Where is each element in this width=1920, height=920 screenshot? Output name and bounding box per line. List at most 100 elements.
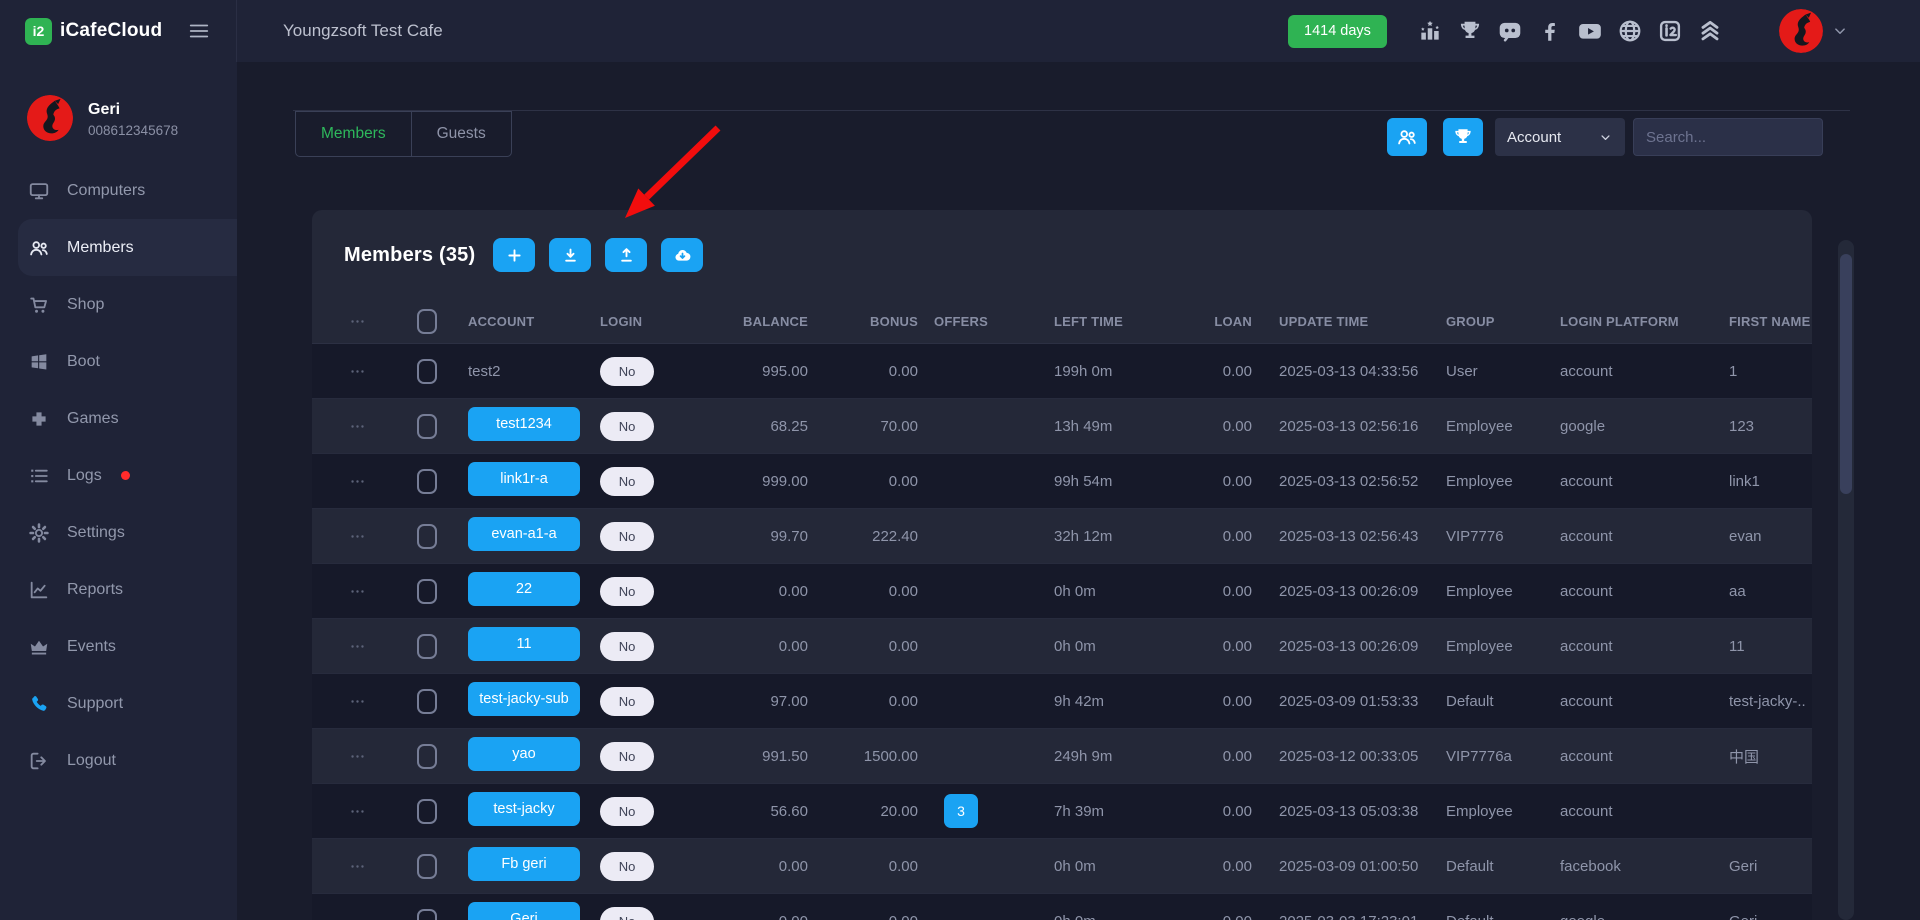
column-header-bonus[interactable]: BONUS [812, 314, 922, 329]
youtube-icon[interactable] [1576, 17, 1603, 44]
cell-balance: 97.00 [712, 693, 812, 710]
member-account-button[interactable]: test-jacky [468, 792, 580, 826]
column-header-loan[interactable]: LOAN [1160, 314, 1258, 329]
select-all-checkbox[interactable] [417, 309, 437, 334]
cloud-download-button[interactable] [661, 238, 703, 272]
row-checkbox[interactable] [417, 854, 437, 879]
icafecloud-badge-icon[interactable] [1656, 17, 1683, 44]
cell-update-time: 2025-03-13 00:26:09 [1258, 583, 1436, 600]
sidebar-item-reports[interactable]: Reports [0, 561, 237, 618]
column-header-balance[interactable]: BALANCE [712, 314, 812, 329]
row-menu-button[interactable] [349, 913, 366, 920]
cell-left-time: 199h 0m [1000, 363, 1160, 380]
member-account-button[interactable]: link1r-a [468, 462, 580, 496]
globe-icon[interactable] [1616, 17, 1643, 44]
row-menu-button[interactable] [349, 858, 366, 875]
cell-balance: 0.00 [712, 858, 812, 875]
sidebar-item-boot[interactable]: Boot [0, 333, 237, 390]
row-checkbox[interactable] [417, 689, 437, 714]
download-members-button[interactable] [549, 238, 591, 272]
cell-account: test-jacky-sub [452, 682, 592, 720]
column-header-group[interactable]: GROUP [1436, 314, 1550, 329]
member-account-button[interactable]: evan-a1-a [468, 517, 580, 551]
upload-members-button[interactable] [605, 238, 647, 272]
sidebar-item-shop[interactable]: Shop [0, 276, 237, 333]
row-checkbox[interactable] [417, 909, 437, 920]
row-menu-button[interactable] [349, 583, 366, 600]
row-menu-button[interactable] [349, 638, 366, 655]
column-header-first_name[interactable]: FIRST NAME [1722, 314, 1812, 329]
column-header-update_time[interactable]: UPDATE TIME [1258, 314, 1436, 329]
row-menu-button[interactable] [349, 473, 366, 490]
column-header-login_platform[interactable]: LOGIN PLATFORM [1550, 314, 1722, 329]
row-checkbox[interactable] [417, 414, 437, 439]
sidebar-item-events[interactable]: Events [0, 618, 237, 675]
sidebar-item-computers[interactable]: Computers [0, 162, 237, 219]
cell-group: Employee [1436, 583, 1550, 600]
member-account-button[interactable]: test1234 [468, 407, 580, 441]
discord-icon[interactable] [1496, 17, 1523, 44]
column-header-left_time[interactable]: LEFT TIME [1000, 314, 1160, 329]
member-account-button[interactable]: Fb geri [468, 847, 580, 881]
member-account-button[interactable]: 11 [468, 627, 580, 661]
row-checkbox[interactable] [417, 634, 437, 659]
app-logo-icon: i2 [25, 18, 52, 45]
sidebar-item-settings[interactable]: Settings [0, 504, 237, 561]
tab-guests[interactable]: Guests [411, 111, 512, 157]
cell-login-platform: facebook [1550, 858, 1722, 875]
row-checkbox[interactable] [417, 799, 437, 824]
sidebar-item-logout[interactable]: Logout [0, 732, 237, 789]
members-filter-button[interactable] [1387, 118, 1427, 156]
sidebar-item-members[interactable]: Members [18, 219, 237, 276]
row-checkbox[interactable] [417, 579, 437, 604]
member-account-button[interactable]: Geri [468, 902, 580, 920]
member-account-button[interactable]: yao [468, 737, 580, 771]
row-checkbox[interactable] [417, 359, 437, 384]
tab-members[interactable]: Members [295, 111, 412, 157]
hamburger-menu-icon[interactable] [188, 20, 210, 47]
login-status-badge: No [600, 907, 654, 920]
cell-loan: 0.00 [1160, 583, 1258, 600]
row-menu-button[interactable] [349, 803, 366, 820]
facebook-icon[interactable] [1536, 17, 1563, 44]
row-menu-button[interactable] [349, 748, 366, 765]
search-input[interactable] [1633, 118, 1823, 156]
row-checkbox[interactable] [417, 744, 437, 769]
user-avatar[interactable] [1779, 9, 1823, 53]
member-account-button[interactable]: 22 [468, 572, 580, 606]
sidebar-item-label: Support [67, 695, 123, 713]
row-menu-button[interactable] [349, 693, 366, 710]
user-avatar[interactable] [27, 95, 73, 141]
account-filter-select[interactable]: Account [1495, 118, 1625, 156]
header-menu-cell [312, 313, 402, 331]
ranking-icon[interactable] [1416, 17, 1443, 44]
cell-balance: 56.60 [712, 803, 812, 820]
chevron-down-icon[interactable] [1831, 22, 1849, 45]
days-remaining-badge[interactable]: 1414 days [1288, 15, 1387, 48]
row-checkbox[interactable] [417, 469, 437, 494]
cell-left-time: 0h 0m [1000, 858, 1160, 875]
row-menu-button[interactable] [349, 528, 366, 545]
rewards-filter-button[interactable] [1443, 118, 1483, 156]
add-member-button[interactable] [493, 238, 535, 272]
column-header-login[interactable]: LOGIN [592, 314, 712, 329]
vertical-scrollbar[interactable] [1838, 240, 1854, 920]
cell-login-platform: google [1550, 913, 1722, 920]
sidebar-item-games[interactable]: Games [0, 390, 237, 447]
trophy-icon[interactable] [1456, 17, 1483, 44]
member-account-button[interactable]: test-jacky-sub [468, 682, 580, 716]
members-panel: Members (35) ACCOUNTLOGINBALANCEBONUSOFF… [312, 210, 1812, 920]
row-menu-button[interactable] [349, 418, 366, 435]
sidebar-item-label: Events [67, 638, 116, 656]
sidebar-item-logs[interactable]: Logs [0, 447, 237, 504]
offers-count-badge[interactable]: 3 [944, 794, 978, 828]
column-header-account[interactable]: ACCOUNT [452, 314, 592, 329]
scrollbar-thumb[interactable] [1840, 254, 1852, 494]
row-menu-button[interactable] [349, 363, 366, 380]
layers-logo-icon[interactable] [1696, 17, 1723, 44]
sidebar-item-support[interactable]: Support [0, 675, 237, 732]
row-checkbox-cell [402, 579, 452, 604]
row-checkbox[interactable] [417, 524, 437, 549]
cell-account: link1r-a [452, 462, 592, 500]
column-header-offers[interactable]: OFFERS [922, 314, 1000, 329]
